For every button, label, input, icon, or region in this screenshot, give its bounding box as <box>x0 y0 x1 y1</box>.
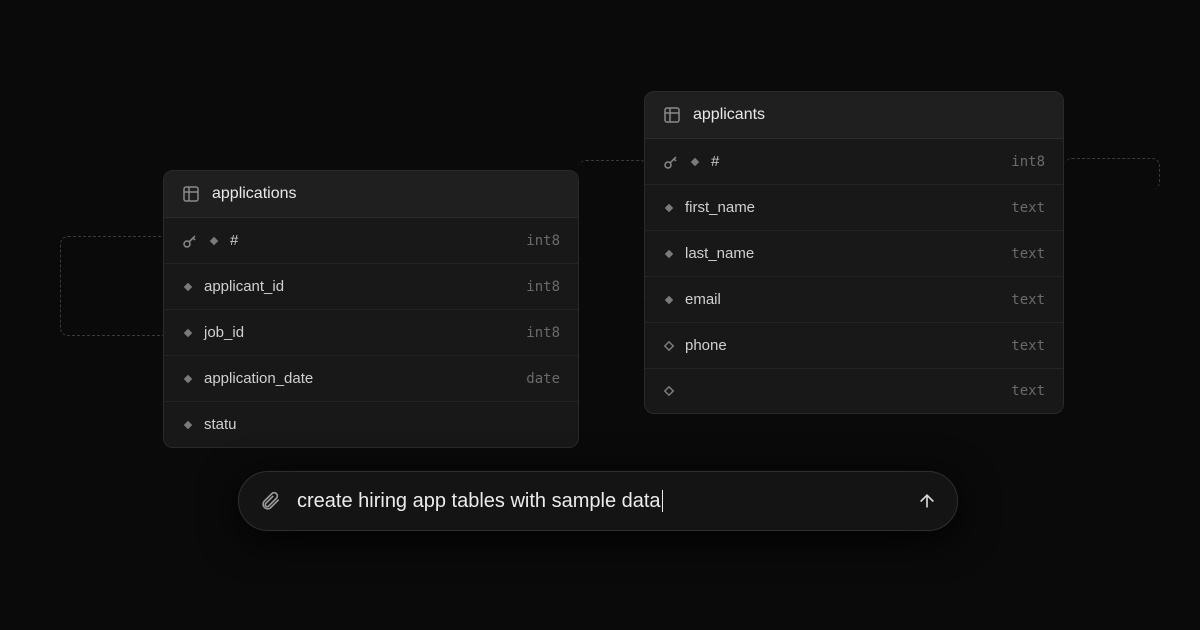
diamond-icon <box>182 419 194 431</box>
column-name: email <box>685 291 721 308</box>
diamond-icon <box>663 294 675 306</box>
diamond-icon <box>182 281 194 293</box>
table-row[interactable]: # int8 <box>164 218 578 264</box>
table-row[interactable]: last_name text <box>645 231 1063 277</box>
column-name: # <box>230 232 238 249</box>
column-name: job_id <box>204 324 244 341</box>
table-row[interactable]: # int8 <box>645 139 1063 185</box>
column-type: date <box>526 371 560 387</box>
table-row[interactable]: statu <box>164 402 578 447</box>
submit-arrow-icon[interactable] <box>917 491 937 511</box>
key-icon <box>182 233 198 249</box>
column-name: application_date <box>204 370 313 387</box>
attachment-icon[interactable] <box>259 490 281 512</box>
diamond-icon <box>663 248 675 260</box>
column-name: statu <box>204 416 237 433</box>
connector-left <box>60 236 170 336</box>
prompt-text-value: create hiring app tables with sample dat… <box>297 490 661 512</box>
column-type: int8 <box>526 233 560 249</box>
column-name: # <box>711 153 719 170</box>
key-icon <box>663 154 679 170</box>
table-row[interactable]: applicant_id int8 <box>164 264 578 310</box>
connector-middle <box>578 160 648 298</box>
table-row[interactable]: application_date date <box>164 356 578 402</box>
table-icon <box>663 106 681 124</box>
table-title: applications <box>212 185 297 203</box>
column-name: phone <box>685 337 727 354</box>
column-type: text <box>1011 200 1045 216</box>
column-type: text <box>1011 246 1045 262</box>
column-type: text <box>1011 383 1045 399</box>
table-row[interactable]: first_name text <box>645 185 1063 231</box>
diamond-icon <box>208 235 220 247</box>
table-card-applications[interactable]: applications # int8 applicant_id int8 jo… <box>163 170 579 448</box>
table-card-applicants[interactable]: applicants # int8 first_name text last_n… <box>644 91 1064 414</box>
diamond-icon <box>689 156 701 168</box>
column-type: int8 <box>526 279 560 295</box>
diamond-icon <box>663 340 675 352</box>
table-row[interactable]: phone text <box>645 323 1063 369</box>
diamond-icon <box>663 385 675 397</box>
table-title: applicants <box>693 106 765 124</box>
table-row[interactable]: text <box>645 369 1063 413</box>
prompt-input[interactable]: create hiring app tables with sample dat… <box>297 490 901 513</box>
diamond-icon <box>182 327 194 339</box>
column-type: int8 <box>1011 154 1045 170</box>
connector-right <box>1064 158 1160 190</box>
diamond-icon <box>182 373 194 385</box>
diamond-icon <box>663 202 675 214</box>
table-header: applications <box>164 171 578 218</box>
column-name: first_name <box>685 199 755 216</box>
table-icon <box>182 185 200 203</box>
column-type: int8 <box>526 325 560 341</box>
column-name: applicant_id <box>204 278 284 295</box>
column-name: last_name <box>685 245 754 262</box>
text-cursor <box>662 490 663 512</box>
table-header: applicants <box>645 92 1063 139</box>
table-row[interactable]: job_id int8 <box>164 310 578 356</box>
prompt-bar[interactable]: create hiring app tables with sample dat… <box>238 471 958 531</box>
column-type: text <box>1011 292 1045 308</box>
table-row[interactable]: email text <box>645 277 1063 323</box>
column-type: text <box>1011 338 1045 354</box>
